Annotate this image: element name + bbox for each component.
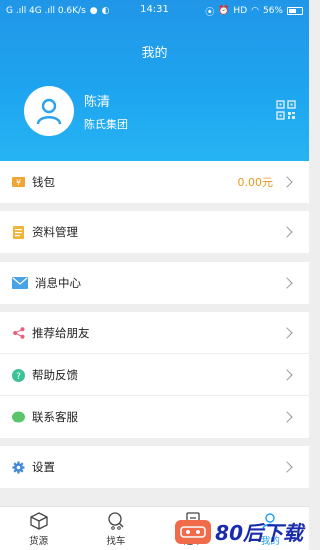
- box-icon: [29, 511, 48, 530]
- profile-header: G .ıll 4G .ıll 0.6K/s ● ◐ ⦿ ⏰ HD ◠ 56% 1…: [0, 0, 309, 163]
- help-feedback-row[interactable]: ? 帮助反馈: [0, 354, 309, 396]
- chevron-right-icon: [281, 411, 293, 423]
- truck-search-icon: [108, 511, 124, 530]
- contact-service-row[interactable]: 联系客服: [0, 396, 309, 438]
- user-name: 陈清: [84, 94, 111, 110]
- document-icon: [12, 225, 25, 239]
- chat-icon: [12, 411, 25, 424]
- chevron-right-icon: [281, 176, 293, 188]
- message-center-label: 消息中心: [35, 276, 81, 290]
- tab-goods[interactable]: 货源: [0, 507, 77, 550]
- profile-card[interactable]: 陈清 陈氏集团: [24, 86, 128, 136]
- help-feedback-label: 帮助反馈: [32, 368, 78, 382]
- tab-find-truck[interactable]: 找车: [77, 507, 154, 550]
- chevron-right-icon: [281, 226, 293, 238]
- signal-text: G .ıll 4G .ıll 0.6K/s: [6, 6, 86, 16]
- chevron-right-icon: [281, 461, 293, 473]
- chevron-right-icon: [281, 369, 293, 381]
- avatar[interactable]: [24, 86, 74, 136]
- profile-management-row[interactable]: 资料管理: [0, 211, 309, 253]
- status-bar: G .ıll 4G .ıll 0.6K/s ● ◐ ⦿ ⏰ HD ◠ 56%: [0, 0, 309, 22]
- person-icon: [36, 98, 62, 125]
- battery-icon: [287, 7, 303, 15]
- watermark-text: 80后下载: [215, 521, 303, 545]
- watermark-logo-icon: [175, 519, 212, 544]
- svg-text:¥: ¥: [16, 178, 21, 187]
- profile-management-label: 资料管理: [32, 225, 78, 239]
- user-company: 陈氏集团: [84, 117, 128, 131]
- notification-icon-2: ◐: [101, 6, 110, 16]
- help-icon: ?: [12, 368, 25, 382]
- share-row[interactable]: 推荐给朋友: [0, 312, 309, 354]
- wifi-icon: ◠: [251, 6, 259, 16]
- wallet-label: 钱包: [32, 175, 55, 189]
- tab-find-truck-label: 找车: [106, 535, 126, 547]
- share-label: 推荐给朋友: [32, 326, 90, 340]
- qr-code-icon[interactable]: [276, 100, 296, 120]
- hd-text: HD: [233, 6, 248, 16]
- wallet-icon: ¥: [12, 176, 25, 189]
- envelope-icon: [12, 277, 28, 290]
- message-center-row[interactable]: 消息中心: [0, 262, 309, 304]
- battery-text: 56%: [262, 6, 283, 16]
- watermark: 80后下载: [175, 517, 303, 546]
- page-title: 我的: [141, 46, 168, 61]
- contact-service-label: 联系客服: [32, 410, 78, 424]
- wallet-balance: 0.00元: [237, 176, 274, 189]
- settings-label: 设置: [32, 460, 55, 474]
- settings-row[interactable]: 设置: [0, 446, 309, 488]
- gear-icon: [12, 461, 25, 474]
- svg-text:?: ?: [16, 372, 21, 382]
- alarm-icon: ⏰: [218, 6, 230, 16]
- wallet-row[interactable]: ¥ 钱包 0.00元: [0, 161, 309, 203]
- chevron-right-icon: [281, 277, 293, 289]
- tab-goods-label: 货源: [29, 535, 49, 547]
- chevron-right-icon: [281, 327, 293, 339]
- notification-icon: ●: [89, 6, 98, 16]
- location-icon: ⦿: [205, 7, 215, 18]
- share-icon: [12, 327, 25, 340]
